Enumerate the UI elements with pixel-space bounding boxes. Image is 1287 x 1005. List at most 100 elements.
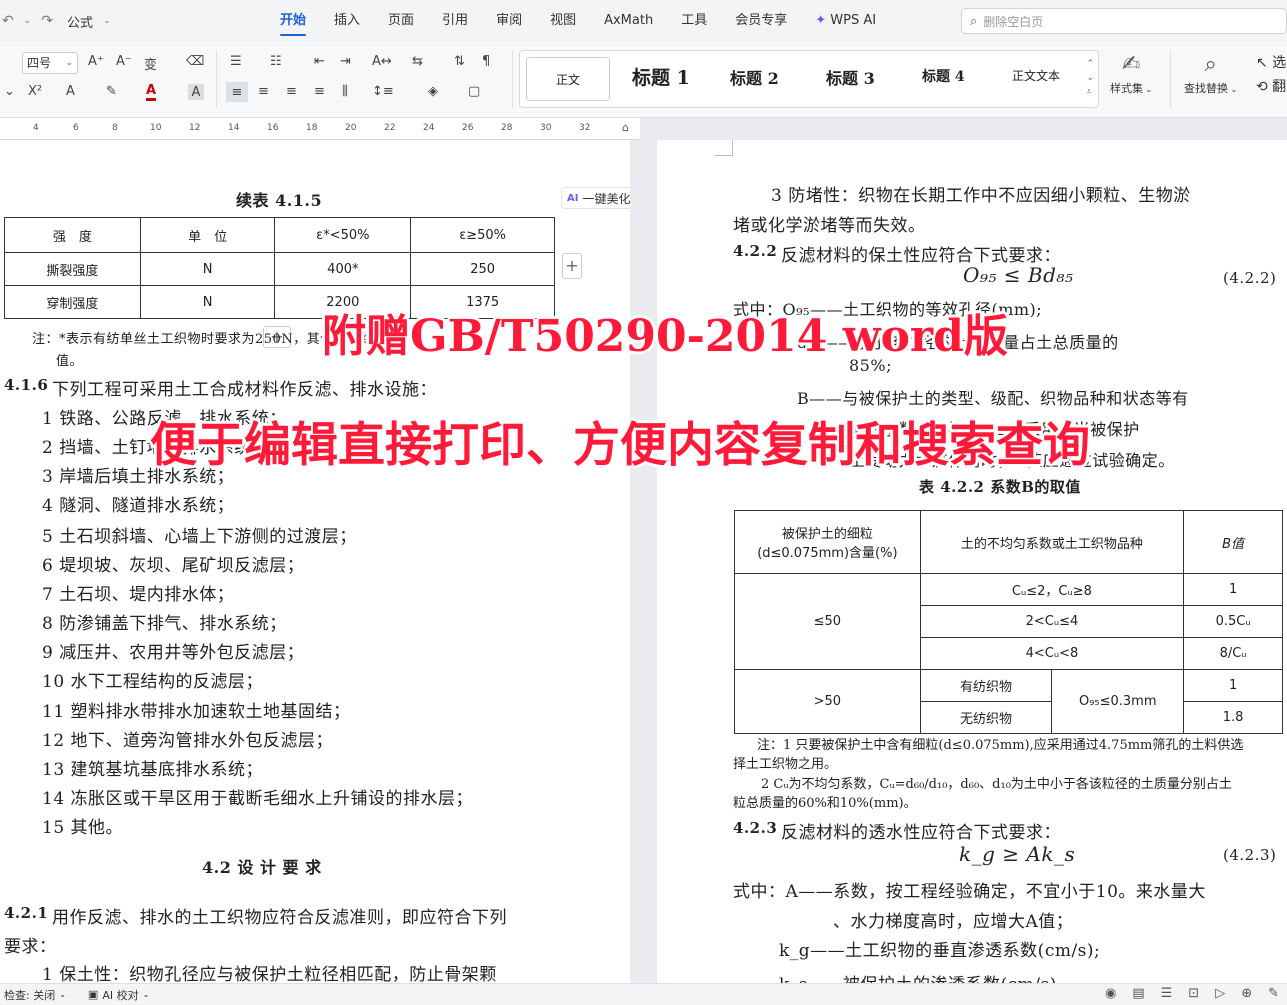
pinyin-icon[interactable]: 变: [144, 54, 157, 73]
ruler-tick: 22: [384, 123, 396, 133]
increase-indent-icon[interactable]: ⇥: [340, 54, 351, 69]
tab-home[interactable]: 开始: [266, 0, 320, 42]
find-replace-button[interactable]: ⌕ 查找替换 ⌄: [1184, 50, 1237, 96]
select-button[interactable]: ↖ 选 ⟲ 翻: [1256, 52, 1286, 96]
table-cell: 400*: [274, 252, 412, 286]
search-icon: ⌕: [970, 13, 978, 29]
undo-icon[interactable]: ↶: [2, 13, 14, 29]
play-icon[interactable]: ▷: [1215, 986, 1225, 1001]
ruler-tick: 6: [73, 123, 79, 133]
text-effect-icon[interactable]: A: [66, 84, 75, 99]
list-item-cont: 堵或化学淤堵等而失效。: [733, 216, 926, 236]
paragraph-shading-icon[interactable]: ◈: [428, 84, 438, 99]
list-item: 4 隧洞、隧道排水系统；: [42, 496, 235, 516]
font-size-select[interactable]: 四号 ⌄: [22, 52, 78, 74]
decrease-indent-icon[interactable]: ⇤: [314, 54, 325, 69]
table-cell: N: [139, 285, 276, 319]
shrink-font-icon[interactable]: A⁻: [116, 54, 132, 69]
web-view-icon[interactable]: ⊡: [1188, 986, 1199, 1001]
align-left-icon[interactable]: ≡: [226, 82, 248, 102]
ai-proof-button[interactable]: ▣ AI 校对 ⌄: [88, 987, 149, 1003]
style-heading-2[interactable]: 标题 2: [730, 65, 779, 89]
table-header: 土的不均匀系数或土工织物品种: [919, 510, 1185, 574]
style-set-button[interactable]: ✍ 样式集 ⌄: [1110, 50, 1152, 96]
text-direction-icon[interactable]: ⇆: [412, 54, 423, 69]
where-text-cont: 、水力梯度高时，应增大A值；: [833, 912, 1074, 932]
style-heading-4[interactable]: 标题 4: [922, 66, 965, 86]
bullet-list-icon[interactable]: ☰: [230, 54, 242, 69]
indent-marker-icon[interactable]: ⌂: [622, 121, 629, 134]
char-shading-icon[interactable]: A: [188, 84, 204, 100]
tab-view[interactable]: 视图: [536, 0, 590, 42]
tab-page[interactable]: 页面: [374, 0, 428, 42]
redo-icon[interactable]: ↷: [41, 13, 53, 29]
style-heading-3[interactable]: 标题 3: [826, 65, 875, 89]
coefficient-table: 被保护土的细粒 (d≤0.075mm)含量(%) 土的不均匀系数或土工织物品种 B…: [734, 510, 1283, 734]
formula-number: (4.2.3): [1223, 846, 1277, 864]
sort-icon[interactable]: ⇅: [454, 54, 465, 69]
pen-icon[interactable]: ✎: [1268, 986, 1279, 1001]
gallery-scroll-icon[interactable]: ⌃ ⌄ ⩡: [1086, 57, 1094, 99]
horizontal-ruler[interactable]: 4 6 8 10 12 14 16 18 20 22 24 26 28 30 3…: [0, 118, 640, 140]
tab-axmath[interactable]: AxMath: [590, 0, 667, 42]
spell-check-label: 检查: 关闭: [4, 988, 56, 1002]
document-page-right[interactable]: 3 防堵性：织物在长期工作中不应因细小颗粒、生物淤 堵或化学淤堵等而失效。 4.…: [657, 140, 1287, 983]
show-marks-icon[interactable]: ¶: [482, 54, 490, 69]
ruler-tick: 8: [112, 123, 118, 133]
tab-wps-ai[interactable]: ✦ WPS AI: [801, 0, 890, 42]
align-center-icon[interactable]: ≡: [258, 84, 269, 99]
table-header: ε≥50%: [410, 217, 555, 253]
list-item: 15 其他。: [42, 818, 124, 838]
list-item: 12 地下、道旁沟管排水外包反滤层；: [42, 731, 334, 751]
menu-bar: ↶ ⌄ ↷ 公式 ⌄ 开始 插入 页面 引用 审阅 视图 AxMath 工具 会…: [0, 0, 1287, 42]
page-view-icon[interactable]: ▤: [1132, 986, 1144, 1001]
divider: [512, 50, 513, 108]
underline-dropdown-icon[interactable]: ⌄: [4, 84, 15, 99]
distribute-icon[interactable]: ⫼: [342, 84, 348, 99]
ai-proof-label: AI 校对: [102, 988, 139, 1002]
style-body-text[interactable]: 正文文本: [1012, 67, 1060, 84]
numbered-list-icon[interactable]: ☷: [270, 54, 282, 69]
table-header: 被保护土的细粒 (d≤0.075mm)含量(%): [734, 510, 921, 574]
table-header: 强 度: [4, 217, 141, 253]
promo-banner-line2: 便于编辑直接打印、方便内容复制和搜索查询: [150, 418, 1090, 473]
clear-format-icon[interactable]: ⌫: [186, 54, 204, 69]
font-color-icon[interactable]: A: [146, 84, 157, 101]
search-input[interactable]: ⌕ 删除空白页: [961, 8, 1287, 34]
align-right-icon[interactable]: ≡: [286, 84, 297, 99]
style-normal[interactable]: 正文: [526, 57, 610, 101]
spell-check-status[interactable]: 检查: 关闭 ⌄: [4, 987, 66, 1003]
eye-icon[interactable]: ◉: [1105, 986, 1116, 1001]
clause-number: 4.1.6: [4, 376, 49, 394]
tab-tools[interactable]: 工具: [667, 0, 721, 42]
clause-text: 用作反滤、排水的土工织物应符合反滤准则，即应符合下列: [52, 908, 507, 928]
chevron-down-icon[interactable]: ⌄: [103, 16, 111, 26]
ai-beautify-button[interactable]: AI 一键美化: [561, 187, 630, 209]
style-heading-1[interactable]: 标题 1: [632, 63, 690, 90]
ruler-tick: 20: [345, 123, 357, 133]
document-page-left[interactable]: 续表 4.1.5 AI 一键美化 强 度 单 位 ε*<50% ε≥50% 撕裂…: [0, 140, 630, 983]
chevron-down-icon[interactable]: ⌄: [24, 16, 32, 26]
tab-review[interactable]: 审阅: [482, 0, 536, 42]
line-spacing-icon[interactable]: ↕≡: [372, 84, 394, 99]
border-icon[interactable]: ▢: [468, 84, 480, 99]
ai-beautify-label: 一键美化: [582, 191, 630, 206]
list-item: 6 堤坝坡、灰坝、尾矿坝反滤层；: [42, 556, 305, 576]
tab-references[interactable]: 引用: [428, 0, 482, 42]
tab-insert[interactable]: 插入: [320, 0, 374, 42]
table-title: 续表 4.1.5: [236, 191, 323, 210]
ruler-tick: 24: [423, 123, 435, 133]
justify-icon[interactable]: ≡: [314, 84, 325, 99]
outline-view-icon[interactable]: ☰: [1161, 986, 1173, 1001]
table-cell: >50: [734, 669, 921, 734]
add-column-button[interactable]: +: [562, 253, 582, 279]
tab-member[interactable]: 会员专享: [721, 0, 801, 42]
quick-style-dropdown[interactable]: 公式: [67, 12, 93, 31]
grow-font-icon[interactable]: A⁺: [88, 54, 104, 69]
globe-icon[interactable]: ⊕: [1241, 986, 1252, 1001]
list-item: 1 保土性：织物孔径应与被保护土粒径相匹配，防止骨架颗: [42, 965, 497, 983]
ruler-tick: 16: [267, 123, 279, 133]
highlight-icon[interactable]: ✎: [106, 84, 117, 99]
superscript-icon[interactable]: X²: [28, 84, 42, 99]
asian-layout-icon[interactable]: A↔: [372, 54, 392, 69]
